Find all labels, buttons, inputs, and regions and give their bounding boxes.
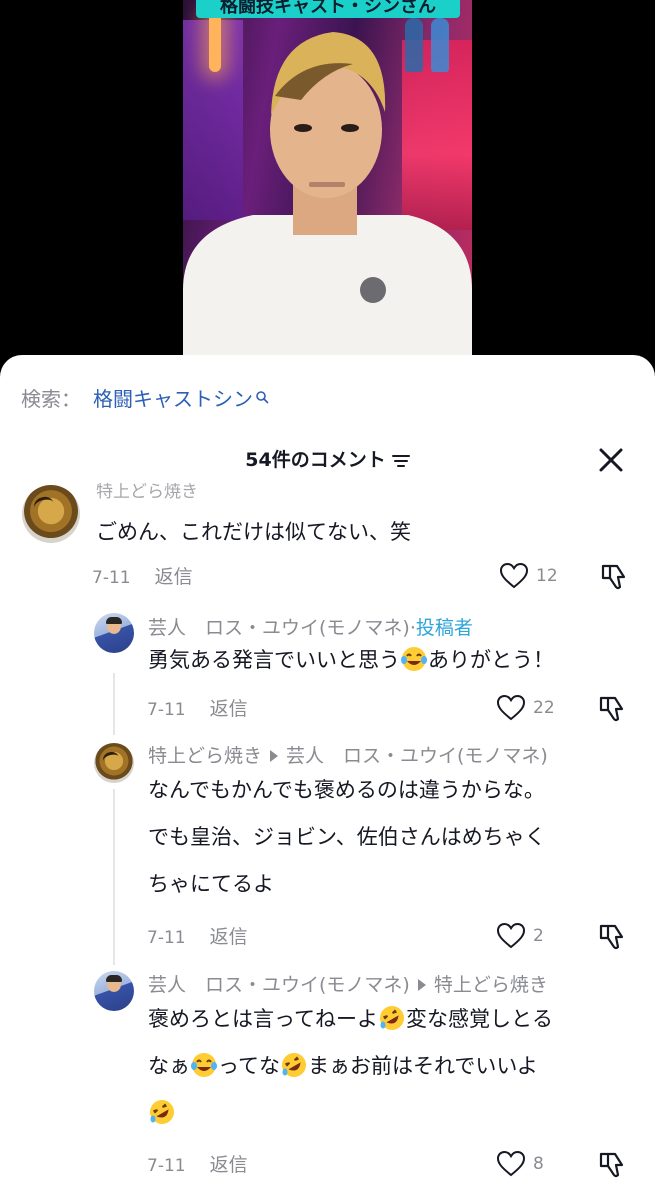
video-person	[183, 32, 472, 380]
reply-text-segment: 褒めろとは言ってねーよ	[148, 1007, 378, 1031]
thumbs-down-outline-icon[interactable]	[598, 1151, 626, 1179]
reply-text-line: なぁ ってな まぁお前はそれでいいよ	[148, 1043, 553, 1090]
face-with-tears-of-joy-icon	[401, 647, 427, 671]
heart-outline-icon	[500, 563, 528, 589]
reply-text-line: 褒めろとは言ってねーよ 変な感覚しとる	[148, 996, 553, 1043]
avatar-mark	[101, 750, 121, 768]
reply-text: 褒めろとは言ってねーよ 変な感覚しとる なぁ ってな まぁお前はそれでいいよ	[148, 996, 553, 1137]
reply-button[interactable]: 返信	[210, 698, 248, 720]
video-frame[interactable]	[183, 0, 472, 380]
like-count: 12	[536, 566, 558, 586]
sort-icon[interactable]	[391, 453, 410, 469]
reply-arrow-icon	[270, 750, 279, 762]
thread-line	[113, 789, 115, 965]
rolling-on-floor-laughing-icon	[379, 1006, 404, 1030]
like-button[interactable]: 2	[497, 923, 544, 949]
avatar-hair	[106, 617, 122, 624]
comment-text: ごめん、これだけは似てない、笑	[96, 509, 411, 556]
avatar[interactable]	[94, 613, 134, 653]
comment-date: 7-11	[92, 568, 131, 588]
reply-button[interactable]: 返信	[155, 566, 193, 588]
avatar[interactable]	[94, 743, 134, 783]
rolling-on-floor-laughing-icon	[281, 1053, 306, 1077]
comment-list[interactable]: 特上どら焼き ごめん、これだけは似てない、笑 7-11 返信 12 芸人 ロス・ユ…	[0, 483, 655, 1200]
heart-outline-icon	[497, 923, 525, 949]
reply-author-name: 芸人 ロス・ユウイ(モノマネ)	[148, 974, 410, 996]
comments-header: 54件のコメント	[0, 443, 655, 477]
like-button[interactable]: 8	[497, 1151, 544, 1177]
reply-text-segment: なぁ	[148, 1054, 190, 1078]
reply-author-name: 芸人 ロス・ユウイ(モノマネ)	[148, 617, 410, 639]
search-suggestion[interactable]: 検索： 格闘キャストシン	[21, 381, 269, 413]
reply-to-name: 芸人 ロス・ユウイ(モノマネ)	[286, 745, 548, 767]
comment-text-line: ごめん、これだけは似てない、笑	[96, 520, 411, 544]
comment-meta: 7-11 返信	[92, 565, 193, 590]
reply-author[interactable]: 特上どら焼き 芸人 ロス・ユウイ(モノマネ)	[148, 743, 548, 769]
thread-line	[113, 673, 115, 735]
reply-meta: 7-11 返信	[147, 1153, 248, 1178]
reply-date: 7-11	[147, 1156, 186, 1176]
reply-text-line	[148, 1090, 553, 1137]
search-label: 検索：	[21, 386, 81, 411]
face-with-tears-of-joy-icon	[191, 1053, 217, 1077]
like-count: 2	[533, 926, 544, 946]
reply-button[interactable]: 返信	[210, 1154, 248, 1176]
thumbs-down-outline-icon[interactable]	[598, 923, 626, 951]
creator-badge: 投稿者	[415, 617, 473, 639]
reply-meta: 7-11 返信	[147, 697, 248, 722]
reply-arrow-icon	[417, 979, 426, 991]
reply-author[interactable]: 芸人 ロス・ユウイ(モノマネ) 特上どら焼き	[148, 972, 548, 998]
reply-text-line: なんでもかんでも褒めるのは違うからな。	[148, 778, 545, 802]
heart-outline-icon	[497, 1151, 525, 1177]
avatar[interactable]	[94, 971, 134, 1011]
reply-text-line: でも皇治、ジョビン、佐伯さんはめちゃく	[148, 825, 546, 849]
comment-count-title: 54件のコメント	[245, 449, 386, 471]
video-area[interactable]: 格闘技キャスト・シンさん	[0, 0, 655, 380]
reply-text-segment: 勇気ある発言でいいと思う	[148, 648, 400, 672]
reply-text-line: ちゃにてるよ	[148, 872, 274, 896]
reply-text-segment: ありがとう！	[428, 648, 554, 672]
search-query-link[interactable]: 格闘キャストシン	[93, 383, 253, 412]
reply-meta: 7-11 返信	[147, 925, 248, 950]
like-count: 22	[533, 698, 555, 718]
comments-header-title[interactable]: 54件のコメント	[0, 443, 655, 477]
reply-date: 7-11	[147, 928, 186, 948]
avatar-mark	[32, 494, 56, 517]
reply-text: なんでもかんでも褒めるのは違うからな。 でも皇治、ジョビン、佐伯さんはめちゃく …	[148, 767, 546, 908]
video-caption: 格闘技キャスト・シンさん	[196, 0, 460, 18]
search-icon[interactable]	[255, 390, 269, 404]
reply-to-name: 特上どら焼き	[433, 974, 548, 996]
avatar-hair	[106, 975, 122, 982]
heart-outline-icon	[497, 695, 525, 721]
reply-text-segment: ってな	[218, 1054, 280, 1078]
reply-text-segment: まぁお前はそれでいいよ	[307, 1054, 538, 1078]
reply-text-segment: 変な感覚しとる	[405, 1007, 553, 1031]
rolling-on-floor-laughing-icon	[150, 1100, 174, 1124]
like-button[interactable]: 12	[500, 563, 558, 589]
close-icon[interactable]	[596, 445, 626, 475]
comment-author-name[interactable]: 特上どら焼き	[96, 483, 198, 502]
reply-button[interactable]: 返信	[210, 926, 248, 948]
comment-sheet: 検索： 格闘キャストシン 54件のコメント 特上どら焼き ごめん、これだけは似て…	[0, 355, 655, 1200]
like-count: 8	[533, 1154, 544, 1174]
reply-author-name: 特上どら焼き	[148, 745, 263, 767]
thumbs-down-outline-icon[interactable]	[598, 695, 626, 723]
reply-date: 7-11	[147, 700, 186, 720]
reply-text-line: 勇気ある発言でいいと思う ありがとう！	[148, 637, 554, 684]
like-button[interactable]: 22	[497, 695, 555, 721]
avatar[interactable]	[22, 485, 80, 543]
thumbs-down-outline-icon[interactable]	[600, 563, 628, 591]
reply-text: 勇気ある発言でいいと思う ありがとう！	[148, 637, 554, 684]
